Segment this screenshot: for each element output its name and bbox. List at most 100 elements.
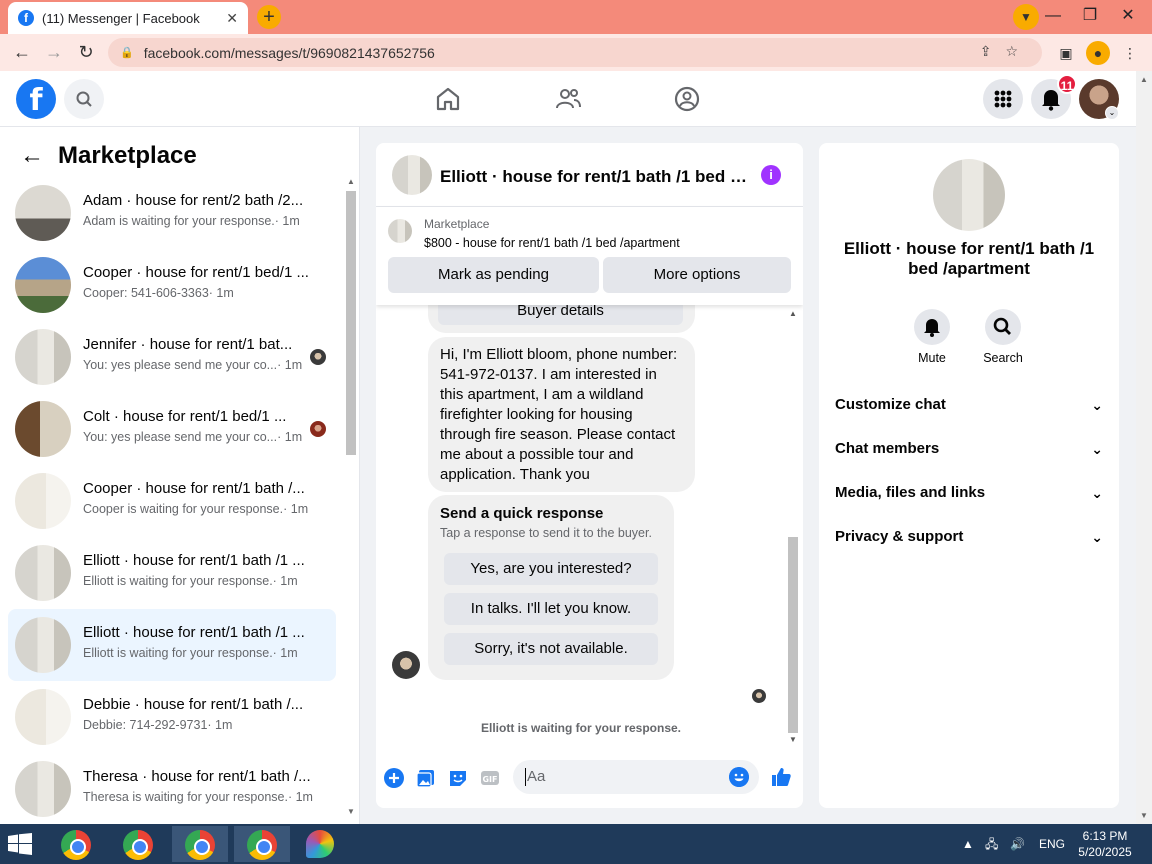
- taskbar-chrome-app[interactable]: [234, 826, 290, 862]
- conversation-list: Adam · house for rent/2 bath /2... Adam i…: [8, 177, 336, 825]
- chat-title[interactable]: Elliott · house for rent/1 bath /1 bed /…: [440, 167, 750, 187]
- conversation-time: · 1m: [274, 214, 300, 228]
- media-files-links-section[interactable]: Media, files and links ⌄: [835, 471, 1105, 515]
- side-panel-icon[interactable]: ▣: [1054, 41, 1078, 65]
- home-icon[interactable]: [432, 83, 464, 115]
- chrome-icon: [61, 830, 91, 860]
- conversation-preview: Cooper is waiting for your response.· 1m: [83, 502, 309, 516]
- conversation-item[interactable]: Jennifer · house for rent/1 bat... You: y…: [8, 321, 336, 393]
- conversation-name: Elliott · house for rent/1 bath /1 ...: [83, 552, 305, 569]
- page-scrollbar[interactable]: ▲ ▼: [1136, 71, 1152, 824]
- message-composer: GIF Aa: [376, 755, 803, 799]
- conversation-name: Adam · house for rent/2 bath /2...: [83, 192, 304, 209]
- privacy-support-section[interactable]: Privacy & support ⌄: [835, 515, 1105, 559]
- quick-response-button[interactable]: In talks. I'll let you know.: [444, 593, 658, 625]
- conversation-time: · 1m: [208, 286, 234, 300]
- customize-chat-section[interactable]: Customize chat ⌄: [835, 383, 1105, 427]
- emoji-icon[interactable]: [729, 767, 749, 787]
- gif-icon[interactable]: GIF: [479, 767, 501, 789]
- conversation-item[interactable]: Cooper · house for rent/1 bed/1 ... Coope…: [8, 249, 336, 321]
- chevron-down-icon: ⌄: [1091, 397, 1103, 413]
- message-input[interactable]: Aa: [513, 760, 759, 794]
- browser-tab-strip: f (11) Messenger | Facebook ✕ + ▼ — ❐ ✕: [0, 0, 1152, 34]
- share-star-icons[interactable]: ⇪☆: [980, 43, 1032, 60]
- svg-text:GIF: GIF: [482, 775, 497, 784]
- profile-icon[interactable]: ●: [1086, 41, 1110, 65]
- photo-icon[interactable]: [415, 767, 437, 789]
- back-button[interactable]: ←: [8, 38, 36, 66]
- more-options-button[interactable]: More options: [603, 257, 791, 293]
- facebook-search-button[interactable]: [64, 79, 104, 119]
- menu-icon[interactable]: ⋮: [1118, 41, 1142, 65]
- tab-title: (11) Messenger | Facebook: [42, 10, 200, 26]
- listing-thumbnail[interactable]: [388, 219, 412, 243]
- conversation-thumbnail: [15, 689, 71, 745]
- restore-button[interactable]: ❐: [1073, 0, 1107, 34]
- groups-icon[interactable]: [671, 83, 703, 115]
- friends-icon[interactable]: [552, 83, 584, 115]
- quick-response-button[interactable]: Sorry, it's not available.: [444, 633, 658, 665]
- conversation-thumbnail: [15, 185, 71, 241]
- back-arrow-icon[interactable]: ←: [20, 142, 44, 170]
- facebook-favicon-icon: f: [18, 10, 34, 26]
- sidebar-title: Marketplace: [58, 142, 197, 169]
- forward-button[interactable]: →: [40, 38, 68, 66]
- conversation-name: Colt · house for rent/1 bed/1 ...: [83, 408, 287, 425]
- conversation-item[interactable]: Theresa · house for rent/1 bath /... Ther…: [8, 753, 336, 825]
- conversation-item[interactable]: Cooper · house for rent/1 bath /... Coope…: [8, 465, 336, 537]
- chevron-down-icon[interactable]: ⌄: [1105, 106, 1119, 120]
- taskbar-chrome-app[interactable]: [110, 826, 166, 862]
- minimize-button[interactable]: —: [1036, 0, 1070, 34]
- close-window-button[interactable]: ✕: [1111, 0, 1145, 34]
- windows-start-icon[interactable]: [8, 833, 32, 855]
- conversation-name: Elliott · house for rent/1 bath /1 ...: [83, 624, 305, 641]
- reload-button[interactable]: ↻: [72, 38, 100, 66]
- conversation-item[interactable]: Adam · house for rent/2 bath /2... Adam i…: [8, 177, 336, 249]
- mark-as-pending-button[interactable]: Mark as pending: [388, 257, 599, 293]
- quick-response-button[interactable]: Yes, are you interested?: [444, 553, 658, 585]
- conversation-name: Jennifer · house for rent/1 bat...: [83, 336, 293, 353]
- facebook-logo-icon[interactable]: f: [16, 79, 56, 119]
- listing-title[interactable]: $800 - house for rent/1 bath /1 bed /apa…: [424, 236, 680, 250]
- browser-tab[interactable]: f (11) Messenger | Facebook ✕: [8, 2, 248, 34]
- conversation-time: · 1m: [283, 502, 309, 516]
- chat-avatar[interactable]: [392, 155, 432, 195]
- chat-members-section[interactable]: Chat members ⌄: [835, 427, 1105, 471]
- system-clock[interactable]: 6:13 PM 5/20/2025: [1070, 828, 1140, 860]
- conversation-preview: Elliott is waiting for your response.· 1…: [83, 574, 298, 588]
- tab-close-icon[interactable]: ✕: [226, 10, 238, 27]
- mute-button[interactable]: Mute: [902, 309, 962, 365]
- buyer-details-button[interactable]: Buyer details: [438, 305, 683, 325]
- search-in-conversation-button[interactable]: Search: [973, 309, 1033, 365]
- sticker-icon[interactable]: [447, 767, 469, 789]
- conversation-thumbnail: [15, 545, 71, 601]
- network-icon[interactable]: 🖧: [985, 824, 998, 864]
- taskbar-chrome-app[interactable]: [172, 826, 228, 862]
- taskbar-chrome-app[interactable]: [48, 826, 104, 862]
- conversation-item[interactable]: Colt · house for rent/1 bed/1 ... You: ye…: [8, 393, 336, 465]
- volume-icon[interactable]: 🔊: [1010, 824, 1025, 864]
- sidebar-scrollbar[interactable]: ▲ ▼: [344, 177, 358, 817]
- info-icon[interactable]: i: [761, 165, 781, 185]
- new-tab-button[interactable]: +: [257, 5, 281, 29]
- conversation-thumbnail: [15, 761, 71, 817]
- plus-circle-icon[interactable]: [383, 767, 405, 789]
- language-indicator[interactable]: ENG: [1039, 824, 1065, 864]
- conversation-thumbnail: [15, 473, 71, 529]
- menu-grid-button[interactable]: [983, 79, 1023, 119]
- message-scrollbar[interactable]: ▲ ▼: [786, 305, 800, 747]
- message-thread: Buyer details Hi, I'm Elliott bloom, pho…: [376, 305, 803, 745]
- facebook-top-nav: f 11 ⌄: [0, 71, 1136, 127]
- seen-avatar: [310, 421, 326, 437]
- tray-overflow-icon[interactable]: ▲: [962, 824, 974, 864]
- address-bar[interactable]: 🔒 facebook.com/messages/t/96908214376527…: [108, 38, 1042, 67]
- conversation-preview: Theresa is waiting for your response.· 1…: [83, 790, 313, 804]
- thumbs-up-icon[interactable]: [769, 765, 793, 789]
- contact-avatar[interactable]: [933, 159, 1005, 231]
- taskbar-paint-app[interactable]: [292, 826, 348, 862]
- conversation-item[interactable]: Elliott · house for rent/1 bath /1 ... El…: [8, 537, 336, 609]
- conversation-item[interactable]: Elliott · house for rent/1 bath /1 ... El…: [8, 609, 336, 681]
- conversation-thumbnail: [15, 617, 71, 673]
- quick-response-card: Send a quick response Tap a response to …: [428, 495, 674, 680]
- conversation-item[interactable]: Debbie · house for rent/1 bath /... Debbi…: [8, 681, 336, 753]
